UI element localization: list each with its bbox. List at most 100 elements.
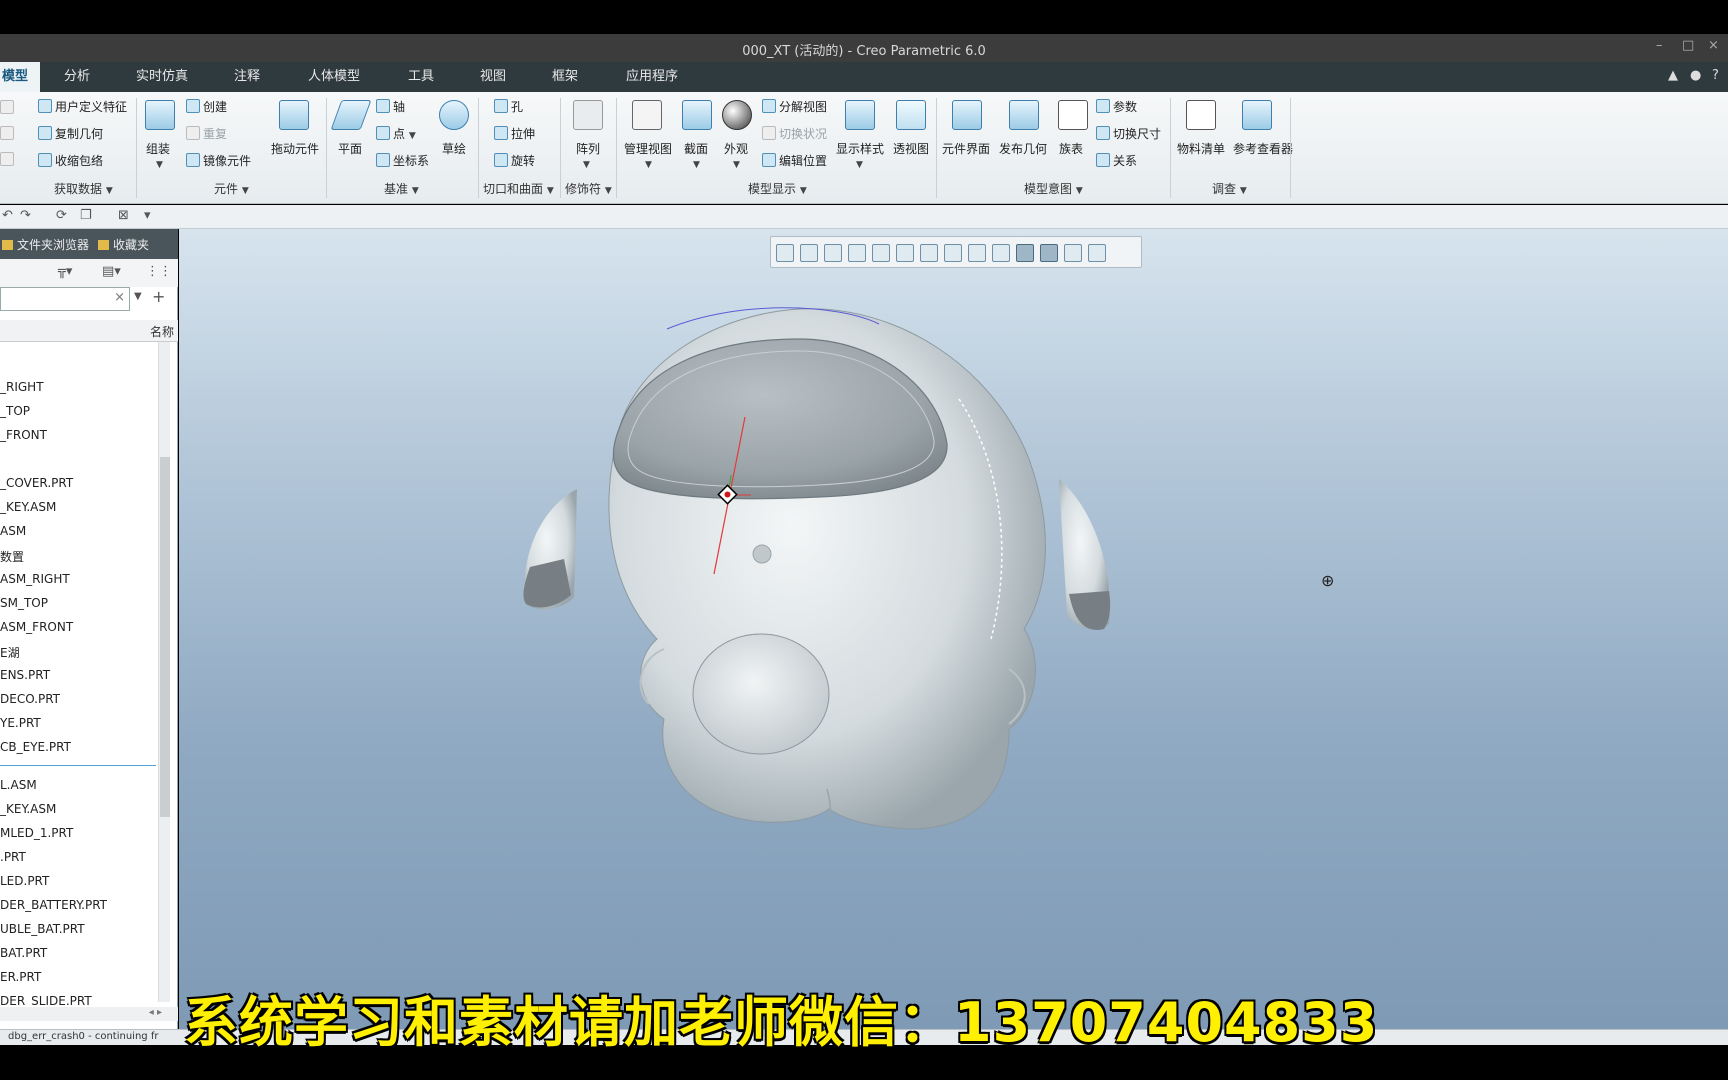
display-style-view-icon[interactable] (992, 244, 1010, 262)
appearance-dropdown-icon[interactable]: ▼ (733, 156, 740, 170)
regenerate-icon[interactable]: ⟳ (56, 208, 67, 223)
section-view-icon[interactable] (968, 244, 986, 262)
saved-orientations-icon[interactable] (896, 244, 914, 262)
collapse-ribbon-icon[interactable]: ▲ (1668, 68, 1678, 83)
bom-icon[interactable] (1186, 100, 1216, 130)
appearance-icon[interactable] (722, 100, 752, 130)
refit-icon[interactable] (776, 244, 794, 262)
reference-viewer-icon[interactable] (1242, 100, 1272, 130)
name-column-header[interactable]: 名称 (150, 323, 174, 340)
csys-button[interactable]: 坐标系 (376, 152, 429, 169)
family-table-icon[interactable] (1058, 100, 1088, 130)
close-window-icon[interactable]: ⊠ (118, 208, 129, 223)
help-icon[interactable]: ? (1712, 68, 1719, 83)
tree-item[interactable]: .PRT (0, 850, 26, 868)
tab-favorites[interactable]: 收藏夹 (98, 236, 149, 253)
tree-item[interactable]: E湖 (0, 644, 20, 662)
close-button[interactable]: × (1708, 38, 1719, 53)
section-dropdown-icon[interactable]: ▼ (693, 156, 700, 170)
tree-item[interactable]: _KEY.ASM (0, 500, 56, 518)
group-investigate[interactable]: 调查 ▼ (1212, 180, 1247, 197)
tree-item[interactable]: YE.PRT (0, 716, 41, 734)
assemble-dropdown-icon[interactable]: ▼ (156, 156, 163, 170)
view-style-icon[interactable] (872, 244, 890, 262)
pattern-icon[interactable] (573, 100, 603, 130)
publish-geometry-icon[interactable] (1009, 100, 1039, 130)
tree-item[interactable]: DER_BATTERY.PRT (0, 898, 107, 916)
tree-columns-icon[interactable]: ⋮⋮ (146, 264, 172, 279)
tree-scrollbar[interactable] (158, 342, 170, 1002)
tree-search-input[interactable]: × (0, 287, 130, 311)
group-model-intent[interactable]: 模型意图 ▼ (1024, 180, 1083, 197)
toggle-status-button[interactable]: 切换状况 (762, 125, 827, 142)
tree-item[interactable]: ENS.PRT (0, 668, 50, 686)
search-dropdown-icon[interactable]: ▼ (134, 291, 142, 302)
edit-position-button[interactable]: 编辑位置 (762, 152, 827, 169)
tree-item[interactable]: UBLE_BAT.PRT (0, 922, 85, 940)
truncated-tool-2[interactable] (0, 126, 17, 141)
tab-tools[interactable]: 工具 (400, 62, 442, 92)
annotation-display-icon[interactable] (1040, 244, 1058, 262)
assemble-icon[interactable] (145, 100, 175, 130)
tree-filter-icon[interactable]: ╦▾ (58, 264, 72, 279)
tree-item[interactable]: CB_EYE.PRT (0, 740, 71, 758)
group-modifiers[interactable]: 修饰符 ▼ (565, 180, 612, 197)
repaint-icon[interactable] (848, 244, 866, 262)
group-cut-surface[interactable]: 切口和曲面 ▼ (483, 180, 554, 197)
tree-item[interactable]: LED.PRT (0, 874, 49, 892)
user-icon[interactable]: ● (1690, 68, 1701, 83)
tab-manikin[interactable]: 人体模型 (300, 62, 368, 92)
3d-model[interactable] (179, 229, 1728, 1029)
drag-component-icon[interactable] (279, 100, 309, 130)
tree-item[interactable]: DECO.PRT (0, 692, 60, 710)
add-icon[interactable]: + (152, 287, 165, 306)
perspective-view-icon[interactable] (944, 244, 962, 262)
sketch-icon[interactable] (439, 100, 469, 130)
tree-item[interactable]: L.ASM (0, 778, 37, 796)
exploded-view-button[interactable]: 分解视图 (762, 98, 827, 115)
tree-item[interactable]: ASM_FRONT (0, 620, 73, 638)
revolve-button[interactable]: 旋转 (494, 152, 535, 169)
group-get-data[interactable]: 获取数据 ▼ (54, 180, 113, 197)
hole-button[interactable]: 孔 (494, 98, 523, 115)
tree-item[interactable]: _KEY.ASM (0, 802, 56, 820)
tab-folder-browser[interactable]: 文件夹浏览器 (2, 236, 89, 253)
redo-icon[interactable]: ↷ (20, 208, 31, 223)
tab-annotate[interactable]: 注释 (226, 62, 268, 92)
spin-center-icon[interactable] (1064, 244, 1082, 262)
parameters-button[interactable]: 参数 (1096, 98, 1137, 115)
customize-toolbar-icon[interactable]: ▾ (144, 208, 151, 223)
tab-model[interactable]: 模型 (0, 62, 40, 92)
group-datum[interactable]: 基准 ▼ (384, 180, 419, 197)
zoom-out-icon[interactable] (824, 244, 842, 262)
search-clear-icon[interactable]: × (114, 290, 125, 305)
tree-item[interactable]: _FRONT (0, 428, 47, 446)
create-button[interactable]: 创建 (186, 98, 227, 115)
switch-dimensions-button[interactable]: 切换尺寸 (1096, 125, 1161, 142)
tree-item[interactable]: _COVER.PRT (0, 476, 73, 494)
tree-horizontal-scrollbar[interactable]: ◂ ▸ (0, 1007, 178, 1021)
named-views-icon[interactable] (1088, 244, 1106, 262)
tab-applications[interactable]: 应用程序 (618, 62, 686, 92)
tree-item[interactable]: ER.PRT (0, 970, 41, 988)
tree-scrollbar-thumb[interactable] (160, 457, 170, 817)
group-component[interactable]: 元件 ▼ (214, 180, 249, 197)
datum-display-icon[interactable] (1016, 244, 1034, 262)
tree-item[interactable]: 数置 (0, 548, 24, 566)
zoom-in-icon[interactable] (800, 244, 818, 262)
truncated-tool-3[interactable] (0, 152, 17, 167)
graphics-viewport[interactable]: ⊕ (179, 229, 1728, 1029)
tab-analysis[interactable]: 分析 (56, 62, 98, 92)
scroll-arrows-icon[interactable]: ◂ ▸ (149, 1007, 162, 1018)
tree-item[interactable]: SM_TOP (0, 596, 48, 614)
maximize-button[interactable]: □ (1682, 38, 1694, 53)
axis-button[interactable]: 轴 (376, 98, 405, 115)
tree-item[interactable]: ASM (0, 524, 26, 542)
perspective-icon[interactable] (896, 100, 926, 130)
tab-view[interactable]: 视图 (472, 62, 514, 92)
tree-item[interactable]: _TOP (0, 404, 30, 422)
view-manager-icon[interactable] (920, 244, 938, 262)
tree-item[interactable]: ASM_RIGHT (0, 572, 70, 590)
mirror-component-button[interactable]: 镜像元件 (186, 152, 251, 169)
minimize-button[interactable]: – (1656, 38, 1663, 53)
